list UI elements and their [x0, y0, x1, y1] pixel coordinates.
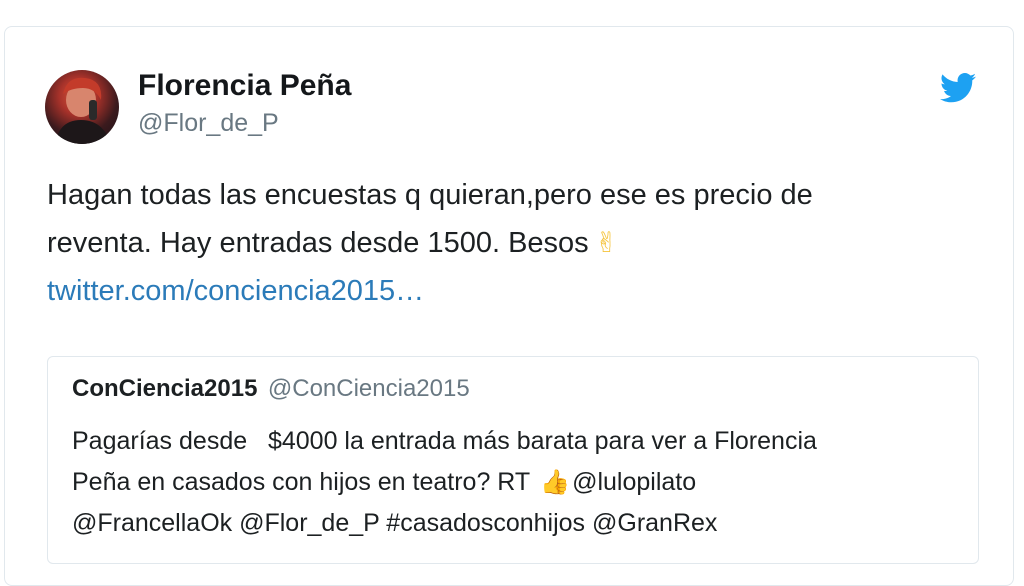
quoted-text-line: Peña en casados con hijos en teatro? RT 👍… [72, 462, 952, 503]
tweet-text-line: Hagan todas las encuestas q quieran,pero… [47, 179, 813, 211]
quoted-handle[interactable]: @ConCiencia2015 [268, 375, 470, 402]
tweet-link[interactable]: twitter.com/conciencia2015… [47, 267, 947, 315]
quoted-display-name[interactable]: ConCiencia2015 [72, 375, 257, 402]
tweet-card: Florencia Peña @Flor_de_P Hagan todas la… [4, 26, 1014, 586]
tweet-text: Hagan todas las encuestas q quieran,pero… [47, 171, 947, 315]
author-display-name[interactable]: Florencia Peña [138, 69, 351, 103]
thumbs-up-icon: 👍 [540, 469, 571, 496]
author-handle[interactable]: @Flor_de_P [138, 107, 351, 139]
quoted-text-line: @FrancellaOk @Flor_de_P #casadosconhijos… [72, 509, 718, 537]
quoted-tweet-header: ConCiencia2015 @ConCiencia2015 [72, 375, 470, 403]
avatar[interactable] [45, 70, 119, 144]
quoted-text-line: Pagarías desde $4000 la entrada más bara… [72, 427, 817, 455]
twitter-bird-icon[interactable] [940, 73, 976, 103]
quoted-tweet[interactable]: ConCiencia2015 @ConCiencia2015 Pagarías … [47, 356, 979, 564]
quoted-tweet-text: Pagarías desde $4000 la entrada más bara… [72, 421, 952, 544]
victory-hand-icon: ✌ [594, 227, 619, 258]
tweet-text-line: reventa. Hay entradas desde 1500. Besos ✌ [47, 219, 947, 267]
tweet-author[interactable]: Florencia Peña @Flor_de_P [138, 69, 351, 139]
avatar-image [55, 77, 111, 144]
